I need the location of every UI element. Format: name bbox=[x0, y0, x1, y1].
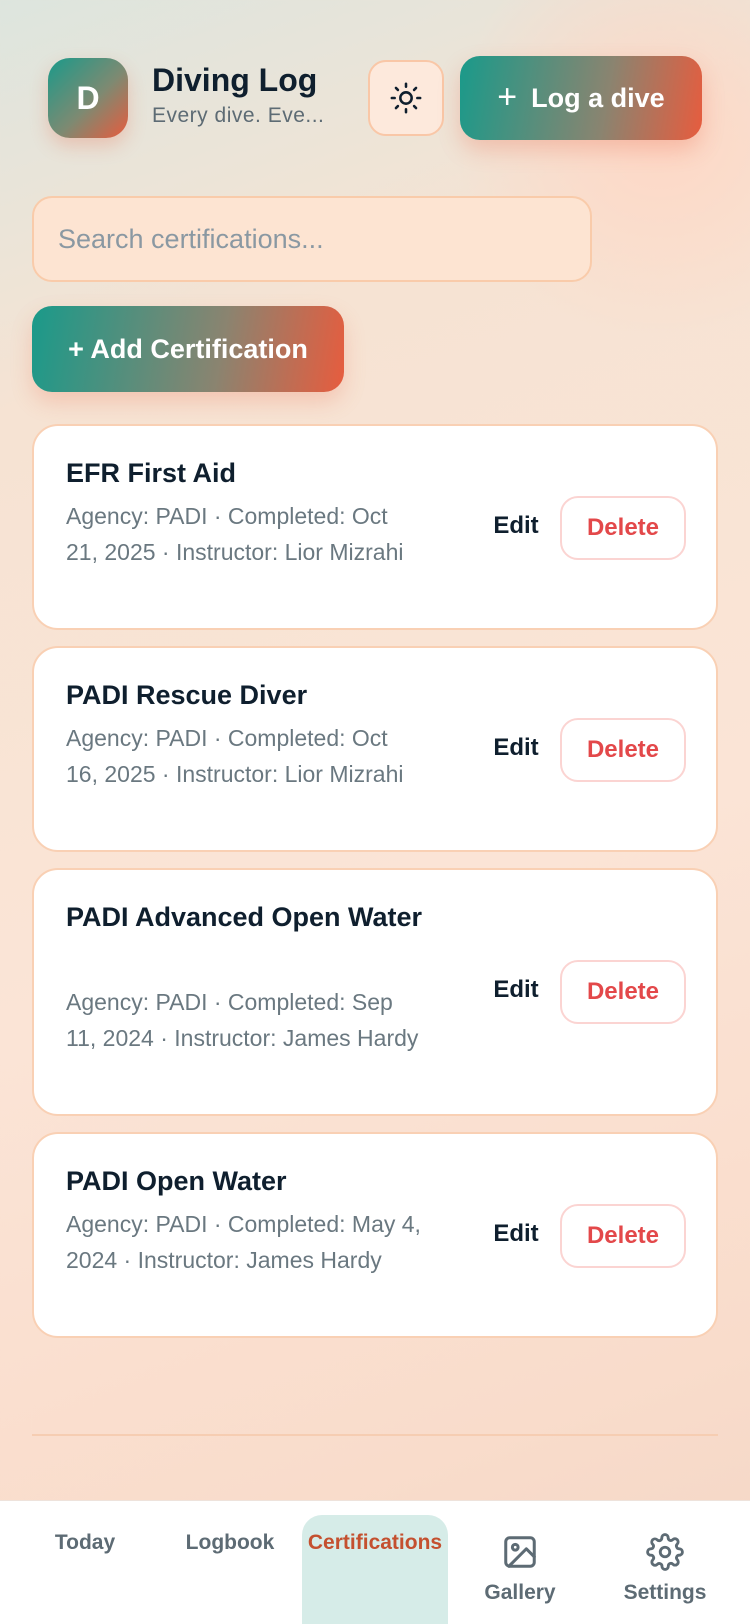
app-root: D Diving Log Every dive. Eve... + Log a … bbox=[0, 0, 750, 1624]
nav-tab-today[interactable]: Today bbox=[30, 1501, 140, 1624]
edit-button[interactable]: Edit bbox=[468, 960, 564, 1020]
edit-button[interactable]: Edit bbox=[468, 1204, 564, 1264]
certification-meta: Agency: PADI · Completed: May 4, 2024 · … bbox=[66, 1211, 421, 1273]
gear-icon bbox=[646, 1533, 684, 1571]
edit-button[interactable]: Edit bbox=[468, 718, 564, 778]
certification-title: PADI Advanced Open Water bbox=[66, 902, 423, 932]
nav-label: Gallery bbox=[484, 1581, 556, 1604]
delete-button[interactable]: Delete bbox=[560, 960, 686, 1024]
add-certification-button[interactable]: + Add Certification bbox=[32, 306, 344, 392]
certification-card: EFR First Aid Agency: PADI · Completed: … bbox=[32, 424, 718, 630]
certification-title: PADI Rescue Diver bbox=[66, 680, 308, 710]
certification-card: PADI Rescue Diver Agency: PADI · Complet… bbox=[32, 646, 718, 852]
delete-button[interactable]: Delete bbox=[560, 718, 686, 782]
log-dive-label: Log a dive bbox=[531, 82, 665, 113]
nav-tab-certifications[interactable]: Certifications bbox=[302, 1501, 448, 1624]
certification-title: EFR First Aid bbox=[66, 458, 237, 488]
log-dive-button[interactable]: + Log a dive bbox=[460, 56, 702, 140]
certification-card: PADI Open Water Agency: PADI · Completed… bbox=[32, 1132, 718, 1338]
plus-icon: + bbox=[497, 77, 518, 116]
nav-label: Today bbox=[54, 1531, 116, 1554]
certification-title: PADI Open Water bbox=[66, 1166, 287, 1196]
app-logo: D bbox=[48, 58, 128, 138]
header: D Diving Log Every dive. Eve... + Log a … bbox=[0, 0, 750, 160]
delete-button[interactable]: Delete bbox=[560, 496, 686, 560]
theme-toggle-button[interactable] bbox=[368, 60, 444, 136]
certification-meta: Agency: PADI · Completed: Sep 11, 2024 ·… bbox=[66, 989, 419, 1051]
app-subtitle: Every dive. Eve... bbox=[152, 104, 325, 127]
nav-label: Settings bbox=[623, 1581, 707, 1604]
section-divider bbox=[32, 1434, 718, 1436]
sun-icon bbox=[390, 82, 422, 114]
app-title: Diving Log bbox=[152, 62, 318, 98]
certification-meta: Agency: PADI · Completed: Oct 21, 2025 ·… bbox=[66, 503, 404, 565]
certification-card: PADI Advanced Open Water Agency: PADI · … bbox=[32, 868, 718, 1116]
search-input[interactable] bbox=[32, 196, 592, 282]
certification-meta: Agency: PADI · Completed: Oct 16, 2025 ·… bbox=[66, 725, 404, 787]
logo-letter: D bbox=[76, 79, 100, 116]
image-icon bbox=[504, 1536, 536, 1568]
nav-tab-gallery[interactable]: Gallery bbox=[470, 1501, 570, 1624]
nav-label: Certifications bbox=[307, 1531, 443, 1554]
bottom-nav: Today Logbook Certifications Gallery Set… bbox=[0, 1500, 750, 1624]
edit-button[interactable]: Edit bbox=[468, 496, 564, 556]
delete-button[interactable]: Delete bbox=[560, 1204, 686, 1268]
nav-tab-settings[interactable]: Settings bbox=[610, 1501, 720, 1624]
nav-label: Logbook bbox=[185, 1531, 275, 1554]
nav-tab-logbook[interactable]: Logbook bbox=[170, 1501, 290, 1624]
